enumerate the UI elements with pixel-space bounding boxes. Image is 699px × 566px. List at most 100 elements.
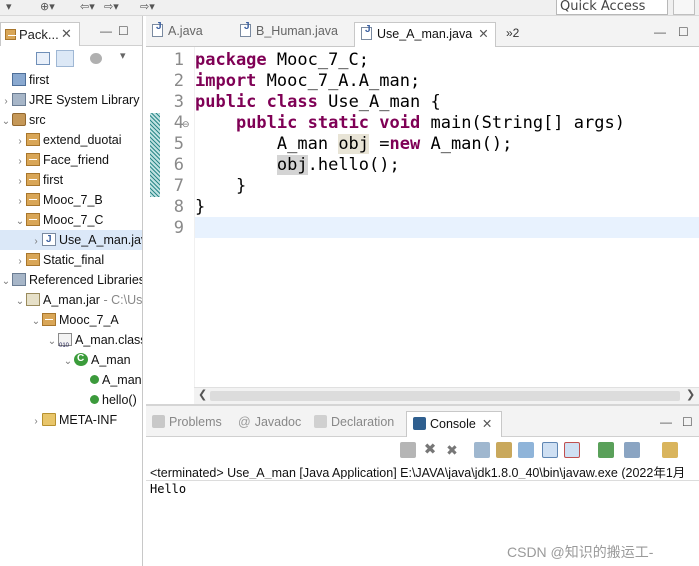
- close-icon[interactable]: ✕: [61, 26, 72, 42]
- horizontal-scrollbar[interactable]: ❮ ❯: [194, 387, 699, 404]
- tree-item[interactable]: ⌄ src: [0, 110, 142, 132]
- line-number: 7: [173, 176, 184, 196]
- collapsed-arrow-icon[interactable]: ›: [30, 412, 42, 432]
- tree-item[interactable]: › Mooc_7_B: [0, 190, 142, 212]
- display-console-icon[interactable]: [624, 442, 640, 458]
- expanded-arrow-icon[interactable]: ⌄: [14, 212, 26, 232]
- collapsed-arrow-icon[interactable]: ›: [14, 252, 26, 272]
- tree-item[interactable]: › Use_A_man.java: [0, 230, 142, 252]
- focus-icon[interactable]: [90, 53, 102, 64]
- forward-icon[interactable]: ⇨▾: [104, 0, 119, 14]
- view-menu-icon[interactable]: ▾: [120, 49, 126, 62]
- open-console-icon[interactable]: [662, 442, 678, 458]
- new-icon[interactable]: ▾: [6, 0, 12, 14]
- scroll-right-icon[interactable]: ❯: [686, 388, 695, 401]
- expanded-arrow-icon[interactable]: ⌄: [0, 112, 12, 132]
- minimize-icon[interactable]: —: [654, 25, 666, 39]
- show-on-stderr-icon[interactable]: [564, 442, 580, 458]
- scrollbar-thumb[interactable]: [210, 391, 680, 401]
- remove-all-icon[interactable]: ✖: [444, 442, 460, 458]
- tab-label: B_Human.java: [256, 24, 338, 38]
- tree-item[interactable]: hello(): [0, 390, 142, 410]
- tree-item[interactable]: ⌄ A_man.jar - C:\Us: [0, 290, 142, 312]
- tree-item[interactable]: › Face_friend: [0, 150, 142, 172]
- line-number: 5: [173, 134, 184, 154]
- clear-console-icon[interactable]: [474, 442, 490, 458]
- tree-item[interactable]: › first: [0, 170, 142, 192]
- tree-item[interactable]: ⌄ Mooc_7_A: [0, 310, 142, 332]
- pin-console-icon[interactable]: [598, 442, 614, 458]
- expanded-arrow-icon[interactable]: ⌄: [0, 272, 12, 292]
- close-icon[interactable]: ✕: [478, 27, 488, 41]
- tree-item[interactable]: A_man: [0, 370, 142, 390]
- keyword: class: [266, 92, 318, 112]
- expanded-arrow-icon[interactable]: ⌄: [62, 352, 74, 372]
- terminate-icon[interactable]: [400, 442, 416, 458]
- tree-item-label: Referenced Libraries: [29, 273, 143, 287]
- tab-a-java[interactable]: A.java: [152, 21, 203, 46]
- tab-package-explorer[interactable]: Pack... ✕: [0, 22, 80, 46]
- tree-item[interactable]: › extend_duotai: [0, 130, 142, 152]
- method-icon: [90, 395, 99, 404]
- tree-item[interactable]: first: [0, 70, 142, 90]
- collapsed-arrow-icon[interactable]: ›: [0, 92, 12, 112]
- java-file-icon: [361, 24, 372, 40]
- maximize-icon[interactable]: ☐: [682, 415, 693, 429]
- fold-collapse-icon[interactable]: ⊖: [182, 119, 190, 130]
- tab-use-a-man-java[interactable]: Use_A_man.java ✕: [354, 22, 496, 47]
- quick-access-input[interactable]: Quick Access: [556, 0, 668, 15]
- scroll-left-icon[interactable]: ❮: [198, 388, 207, 401]
- search-icon[interactable]: ⊕▾: [40, 0, 55, 14]
- tab-overflow-button[interactable]: »2: [506, 26, 519, 40]
- expanded-arrow-icon[interactable]: ⌄: [30, 312, 42, 332]
- remove-launch-icon[interactable]: ✖: [422, 442, 438, 458]
- source-folder-icon: [12, 113, 26, 126]
- tab-console[interactable]: Console ✕: [406, 411, 502, 437]
- tree-item[interactable]: › META-INF: [0, 410, 142, 432]
- collapsed-arrow-icon[interactable]: ›: [14, 172, 26, 192]
- show-on-stdout-icon[interactable]: [542, 442, 558, 458]
- close-icon[interactable]: ✕: [482, 417, 492, 431]
- tab-b-human-java[interactable]: B_Human.java: [240, 21, 338, 46]
- minimize-icon[interactable]: —: [660, 415, 672, 429]
- collapsed-arrow-icon[interactable]: ›: [14, 152, 26, 172]
- history-icon[interactable]: ⇨▾: [140, 0, 155, 14]
- console-output[interactable]: Hello: [150, 482, 186, 496]
- tree-item[interactable]: ⌄ Mooc_7_C: [0, 210, 142, 232]
- tree-item[interactable]: ⌄ A_man: [0, 349, 142, 372]
- word-wrap-icon[interactable]: [518, 442, 534, 458]
- code-text: }: [195, 197, 206, 217]
- minimize-icon[interactable]: —: [100, 24, 112, 38]
- tree-item-label: first: [29, 73, 50, 87]
- keyword: void: [379, 113, 421, 133]
- back-icon[interactable]: ⇦▾: [80, 0, 95, 14]
- editor-panel: A.java B_Human.java Use_A_man.java ✕ »2 —…: [146, 16, 699, 404]
- maximize-icon[interactable]: ☐: [678, 25, 689, 39]
- code-line: obj.hello();: [195, 155, 400, 176]
- scroll-lock-icon[interactable]: [496, 442, 512, 458]
- code-area[interactable]: package Mooc_7_C; import Mooc_7_A.A_man;…: [194, 47, 699, 387]
- open-perspective-button[interactable]: [673, 0, 695, 15]
- code-editor[interactable]: 1 2 3 4 5 6 7 8 9 ⊖ package Mooc_7_C; im…: [146, 47, 699, 387]
- collapse-all-icon[interactable]: [36, 52, 50, 65]
- collapsed-arrow-icon[interactable]: ›: [30, 232, 42, 252]
- tab-problems[interactable]: Problems: [152, 415, 222, 429]
- tab-declaration[interactable]: Declaration: [314, 415, 394, 429]
- collapsed-arrow-icon[interactable]: ›: [14, 132, 26, 152]
- code-text: Mooc_7_C;: [266, 50, 370, 70]
- maximize-icon[interactable]: ☐: [118, 24, 129, 38]
- keyword: package: [195, 50, 267, 70]
- code-text: A_man: [276, 134, 339, 154]
- expanded-arrow-icon[interactable]: ⌄: [14, 292, 26, 312]
- tab-javadoc[interactable]: @ Javadoc: [238, 415, 301, 429]
- tree-item[interactable]: ⌄ A_man.class: [0, 330, 142, 356]
- link-with-editor-icon[interactable]: [56, 50, 74, 67]
- class-icon: [74, 349, 88, 369]
- java-file-icon: [42, 230, 56, 250]
- tree-item[interactable]: › Static_final: [0, 250, 142, 272]
- expanded-arrow-icon[interactable]: ⌄: [46, 332, 58, 352]
- collapsed-arrow-icon[interactable]: ›: [14, 192, 26, 212]
- tree-item[interactable]: › JRE System Library: [0, 90, 142, 112]
- tab-label: Use_A_man.java: [377, 27, 473, 41]
- tree-item[interactable]: ⌄ Referenced Libraries: [0, 270, 143, 292]
